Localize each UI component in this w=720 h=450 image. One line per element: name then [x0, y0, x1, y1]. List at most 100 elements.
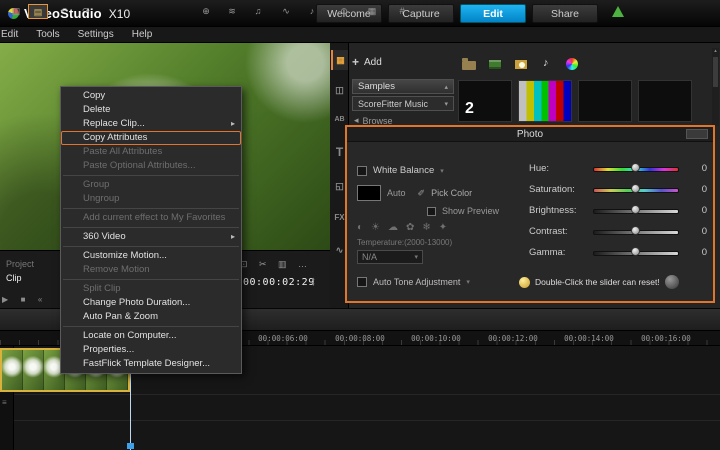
undo-icon[interactable]: ↶	[54, 4, 74, 19]
timecode-spinner[interactable]: ▴ ▾	[312, 276, 315, 288]
show-preview-row: Show Preview	[427, 206, 499, 216]
color-row: Auto ✐ Pick Color	[357, 185, 472, 201]
library-scrollbar[interactable]: ▴	[712, 48, 719, 126]
contrast-slider-thumb[interactable]	[631, 226, 640, 235]
eyedropper-icon[interactable]: ✐	[418, 188, 426, 199]
menu-help[interactable]: Help	[123, 27, 162, 43]
panel-options-button[interactable]	[686, 129, 708, 139]
color-swatch[interactable]	[357, 185, 381, 201]
stop-button-icon[interactable]: ■	[21, 295, 26, 304]
flower-preset-icon[interactable]: ✿	[406, 222, 414, 233]
thumbnail-black-1[interactable]	[578, 80, 632, 122]
white-balance-checkbox[interactable]	[357, 165, 367, 176]
ctx-change-photo-duration[interactable]: Change Photo Duration...	[61, 296, 241, 310]
auto-music-icon[interactable]: ♪	[302, 4, 322, 19]
ctx-replace-clip[interactable]: Replace Clip... ▸	[61, 117, 241, 131]
music-filter-icon[interactable]: ♪	[543, 57, 549, 69]
tab-edit[interactable]: Edit	[460, 4, 526, 23]
tab-share[interactable]: Share	[532, 4, 598, 23]
tungsten-preset-icon[interactable]: ◐	[357, 222, 363, 233]
ctx-delete[interactable]: Delete	[61, 103, 241, 117]
rewind-button-icon[interactable]: «	[38, 295, 42, 304]
folder-icon[interactable]	[462, 58, 476, 70]
add-button[interactable]: + Add	[352, 54, 382, 70]
ctx-customize-motion[interactable]: Customize Motion...	[61, 249, 241, 263]
scrollbar-thumb[interactable]	[713, 57, 718, 87]
menu-edit[interactable]: Edit	[0, 27, 27, 43]
brightness-slider-thumb[interactable]	[631, 205, 640, 214]
brightness-slider-row: Brightness: 0	[529, 203, 707, 219]
sound-mixer-icon[interactable]: ♫	[248, 4, 268, 19]
track-separator	[0, 420, 720, 421]
playhead-marker[interactable]	[127, 443, 134, 449]
clip-mode-label[interactable]: Clip	[6, 273, 22, 283]
clip-frame	[23, 350, 44, 390]
photo-filter-icon[interactable]	[514, 59, 528, 70]
auto-tone-checkbox[interactable]	[357, 277, 367, 287]
transitions-icon[interactable]: ◫	[331, 80, 348, 100]
cloudy-preset-icon[interactable]: ☁	[388, 222, 398, 233]
waveform-icon[interactable]: ∿	[276, 4, 296, 19]
gallery-item-scorefitter[interactable]: ScoreFitter Music ▾	[352, 96, 454, 111]
ctx-locate-on-computer[interactable]: Locate on Computer...	[61, 329, 241, 343]
video-filter-icon[interactable]	[488, 59, 502, 70]
scroll-up-icon[interactable]: ▴	[712, 48, 719, 54]
ctx-properties[interactable]: Properties...	[61, 343, 241, 357]
white-balance-dropdown-icon[interactable]: ▾	[440, 167, 444, 175]
media-library-icon[interactable]: ▦	[331, 50, 348, 70]
more-options-icon[interactable]: …	[298, 259, 307, 269]
ctx-copy[interactable]: Copy	[61, 89, 241, 103]
split-scissors-icon[interactable]: ✂	[259, 259, 267, 269]
menu-settings[interactable]: Settings	[69, 27, 123, 43]
snow-preset-icon[interactable]: ❄	[422, 222, 430, 233]
gallery-item-samples[interactable]: Samples ▴	[352, 79, 454, 94]
temperature-dropdown[interactable]: N/A ▾	[357, 250, 423, 264]
collapse-up-icon: ▴	[444, 83, 448, 91]
pick-color-label[interactable]: Pick Color	[431, 188, 472, 198]
ripple-edit-icon[interactable]: ≋	[222, 4, 242, 19]
white-balance-label: White Balance	[373, 165, 435, 176]
timecode-spin-down-icon[interactable]: ▾	[312, 282, 315, 288]
ruler-tick: 00:00:14:00	[564, 334, 614, 343]
ctx-auto-pan-zoom[interactable]: Auto Pan & Zoom	[61, 310, 241, 324]
flash-preset-icon[interactable]: ✦	[439, 222, 447, 233]
reset-sphere-icon[interactable]	[664, 275, 679, 289]
record-capture-icon[interactable]: ⊕	[196, 4, 216, 19]
hue-slider-thumb[interactable]	[631, 163, 640, 172]
frame-grab-icon[interactable]: ▥	[278, 259, 287, 269]
show-preview-checkbox[interactable]	[427, 206, 436, 216]
menu-separator	[63, 246, 239, 247]
timecode-display[interactable]: 00:00:02:29	[243, 277, 315, 288]
auto-tone-row: Auto Tone Adjustment ▾	[357, 277, 470, 287]
ctx-360-video[interactable]: 360 Video ▸	[61, 230, 241, 244]
auto-tone-dropdown-icon[interactable]: ▾	[466, 278, 470, 286]
thumbnail-colorbars[interactable]	[518, 80, 572, 122]
overlay-track-icon[interactable]: ≡	[2, 398, 7, 407]
timeline-view-icon[interactable]: ▤	[28, 4, 48, 19]
play-button-icon[interactable]: ▶	[2, 295, 8, 304]
saturation-slider-row: Saturation: 0	[529, 182, 707, 198]
motion-tracking-icon[interactable]: ⊙	[334, 4, 354, 19]
clip-context-menu: Copy Delete Replace Clip... ▸ Copy Attri…	[60, 86, 242, 374]
hue-slider-row: Hue: 0	[529, 161, 707, 177]
hint-bulb-icon	[519, 276, 530, 288]
menu-tools[interactable]: Tools	[27, 27, 68, 43]
gamma-slider-thumb[interactable]	[631, 247, 640, 256]
photo-options-panel: Photo White Balance ▾ Auto ✐ Pick Color …	[345, 125, 715, 303]
redo-icon[interactable]: ↷	[76, 4, 96, 19]
storyboard-view-icon[interactable]: ▥	[6, 4, 26, 19]
color-pattern-icon[interactable]	[566, 58, 578, 70]
ctx-add-to-favorites: Add current effect to My Favorites	[83, 212, 226, 223]
thumbnail-sample-2[interactable]: 2	[458, 80, 512, 122]
photo-panel-title: Photo	[516, 129, 544, 140]
auto-wb-label[interactable]: Auto	[387, 188, 406, 198]
project-mode-label[interactable]: Project	[6, 259, 34, 269]
ctx-copy-attributes[interactable]: Copy Attributes	[61, 131, 241, 145]
upgrade-arrow-icon[interactable]	[612, 6, 624, 17]
track-manager-icon[interactable]: ▦	[362, 4, 382, 19]
daylight-preset-icon[interactable]: ☀	[371, 222, 380, 233]
grid-settings-icon[interactable]: #	[392, 4, 412, 19]
thumbnail-black-2[interactable]	[638, 80, 692, 122]
saturation-slider-thumb[interactable]	[631, 184, 640, 193]
ctx-fastflick-designer[interactable]: FastFlick Template Designer...	[61, 357, 241, 371]
